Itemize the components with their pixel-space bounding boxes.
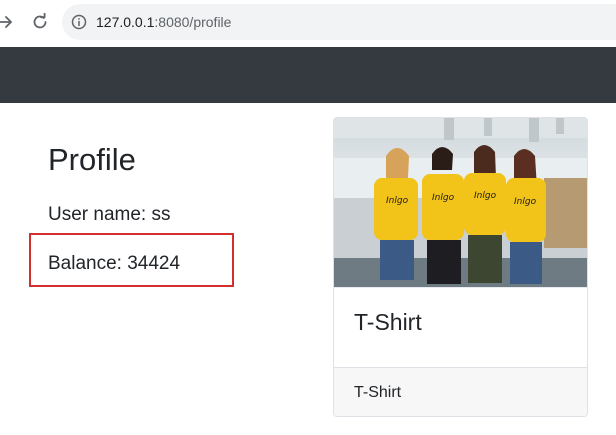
app-navbar (0, 47, 616, 103)
card-title: T-Shirt (354, 309, 422, 335)
svg-text:Inlgo: Inlgo (432, 193, 455, 203)
svg-text:Inlgo: Inlgo (514, 197, 537, 207)
username-text: User name: ss (48, 204, 171, 225)
card-footer-text: T-Shirt (354, 384, 402, 401)
card-footer: T-Shirt (334, 367, 587, 416)
card-image: Inlgo Inlgo Inlgo Inlgo (334, 118, 587, 287)
info-icon[interactable] (70, 13, 88, 31)
url-text[interactable]: 127.0.0.1:8080/profile (96, 13, 231, 31)
balance-text: Balance: 34424 (48, 253, 181, 274)
url-host: 127.0.0.1 (96, 14, 155, 30)
url-path: :8080/profile (154, 14, 232, 30)
arrow-forward-icon[interactable] (0, 10, 18, 34)
browser-toolbar: 127.0.0.1:8080/profile (0, 0, 616, 48)
address-bar[interactable]: 127.0.0.1:8080/profile (62, 4, 616, 40)
page-title: Profile (48, 142, 136, 177)
svg-text:Inlgo: Inlgo (386, 196, 409, 206)
svg-text:Inlgo: Inlgo (474, 191, 497, 201)
card-body: T-Shirt (334, 287, 587, 368)
product-card[interactable]: Inlgo Inlgo Inlgo Inlgo T-Shirt T-Shirt (333, 117, 588, 417)
reload-icon[interactable] (28, 10, 52, 34)
